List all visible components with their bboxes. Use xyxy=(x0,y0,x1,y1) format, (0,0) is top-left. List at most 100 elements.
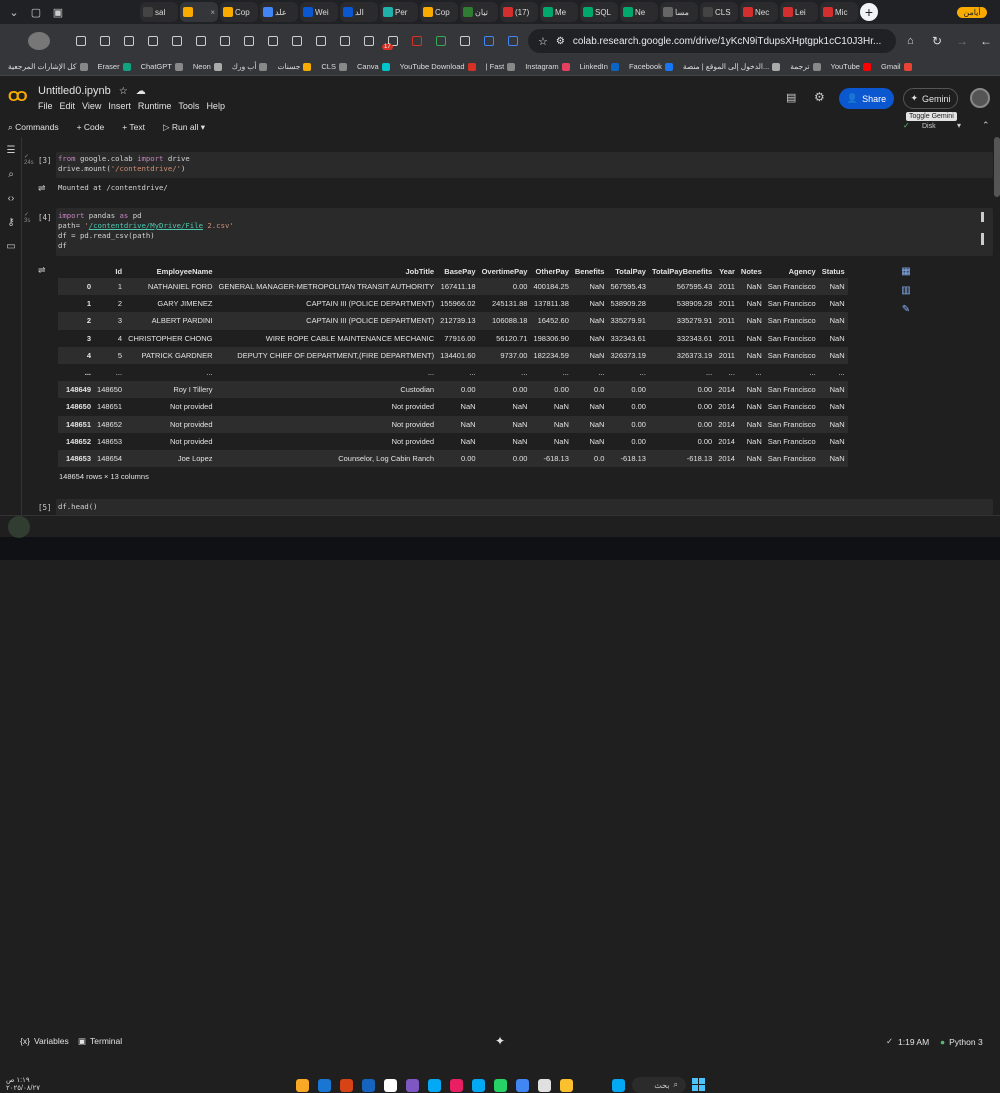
folder-icon[interactable]: ▭ xyxy=(5,241,17,253)
code-path-link[interactable]: /contentdrive/MyDrive/File xyxy=(89,221,203,230)
browser-tab[interactable]: Lei xyxy=(780,2,818,22)
browser-tab[interactable]: تيان xyxy=(460,2,498,22)
output-menu-icon[interactable]: ⇌ xyxy=(38,183,46,194)
add-text-button[interactable]: + Text xyxy=(122,122,145,132)
extension-icon[interactable] xyxy=(478,30,500,52)
taskbar-app-icon[interactable] xyxy=(538,1079,551,1092)
taskbar-clock[interactable]: ١:١٩ ص ٢٠٢٥/٠٨/٢٧ xyxy=(6,1077,40,1093)
extension-icon[interactable] xyxy=(94,30,116,52)
reload-icon[interactable]: ↻ xyxy=(932,34,942,48)
table-view-icon[interactable]: ▦ xyxy=(900,266,912,278)
code-cell[interactable]: import pandas as pd path= '/contentdrive… xyxy=(56,208,993,256)
taskbar-app-icon[interactable] xyxy=(494,1079,507,1092)
bookmark-item[interactable]: Facebook xyxy=(629,62,673,71)
extension-icon[interactable] xyxy=(118,30,140,52)
extension-icon[interactable] xyxy=(142,30,164,52)
table-of-contents-icon[interactable]: ☰ xyxy=(5,145,17,157)
runtime-dropdown-icon[interactable]: ▾ xyxy=(957,121,961,130)
bookmark-item[interactable]: كل الإشارات المرجعية xyxy=(8,62,88,71)
windows-start-icon[interactable] xyxy=(692,1078,705,1091)
chart-suggest-icon[interactable]: ▥ xyxy=(900,285,912,297)
menu-runtime[interactable]: Runtime xyxy=(138,101,172,111)
kernel-status[interactable]: ● Python 3 xyxy=(940,1037,983,1047)
menu-view[interactable]: View xyxy=(82,101,101,111)
bookmark-item[interactable]: CLS xyxy=(321,62,347,71)
ram-disk-indicator[interactable]: Disk xyxy=(922,123,936,130)
bookmark-item[interactable]: أب ورك xyxy=(232,62,268,71)
bookmark-item[interactable]: Canva xyxy=(357,62,390,71)
taskbar-app-icon[interactable] xyxy=(340,1079,353,1092)
extension-icon[interactable] xyxy=(214,30,236,52)
browser-tab[interactable]: Mic xyxy=(820,2,858,22)
browser-tab[interactable]: علد xyxy=(260,2,298,22)
collapse-icon[interactable]: ⌃ xyxy=(982,120,990,131)
weather-widget-icon[interactable] xyxy=(8,516,30,538)
extension-icon[interactable] xyxy=(358,30,380,52)
terminal-button[interactable]: ▣ Terminal xyxy=(78,1036,122,1047)
bookmark-item[interactable]: Gmail xyxy=(881,62,912,71)
share-button[interactable]: 👤 Share xyxy=(839,88,894,109)
bookmark-item[interactable]: Instagram xyxy=(525,62,570,71)
back-icon[interactable]: ← xyxy=(980,34,992,48)
taskbar-app-icon[interactable] xyxy=(406,1079,419,1092)
bookmark-item[interactable]: Eraser xyxy=(98,62,131,71)
cell-scroll-handle[interactable] xyxy=(981,212,984,222)
user-profile-icon[interactable] xyxy=(28,32,50,50)
taskbar-app-icon[interactable] xyxy=(612,1079,625,1092)
tab-close-icon[interactable]: × xyxy=(210,8,215,17)
browser-tab[interactable]: Per xyxy=(380,2,418,22)
run-all-button[interactable]: ▷ Run all ▾ xyxy=(163,122,205,133)
browser-tab[interactable]: مسا xyxy=(660,2,698,22)
taskbar-app-icon[interactable] xyxy=(384,1079,397,1092)
taskbar-app-icon[interactable] xyxy=(516,1079,529,1092)
bookmark-item[interactable]: الدخول إلى الموقع | منصة... xyxy=(683,62,781,71)
taskbar-app-icon[interactable] xyxy=(296,1079,309,1092)
gemini-button[interactable]: ✦ Gemini xyxy=(903,88,958,109)
extension-icon[interactable] xyxy=(286,30,308,52)
extension-icon[interactable] xyxy=(238,30,260,52)
pinned-tab-icon[interactable]: ▣ xyxy=(48,3,68,21)
extension-icon[interactable] xyxy=(70,30,92,52)
menu-file[interactable]: File xyxy=(38,101,53,111)
forward-icon[interactable]: → xyxy=(956,34,968,48)
bookmark-item[interactable]: YouTube Download xyxy=(400,62,476,71)
bookmark-item[interactable]: YouTube xyxy=(831,62,871,71)
extension-icon[interactable] xyxy=(310,30,332,52)
bookmark-item[interactable]: ترجمة xyxy=(790,62,821,71)
extension-icon[interactable] xyxy=(430,30,452,52)
code-icon[interactable]: ‹› xyxy=(5,193,17,205)
gemini-sparkle-icon[interactable]: ✦ xyxy=(495,1034,505,1048)
taskbar-app-icon[interactable] xyxy=(472,1079,485,1092)
variables-button[interactable]: {x} Variables xyxy=(20,1036,69,1046)
tab-search-icon[interactable]: ⌄ xyxy=(4,3,24,21)
avatar[interactable] xyxy=(970,88,990,108)
notebook-title[interactable]: Untitled0.ipynb xyxy=(38,85,111,97)
extension-icon[interactable] xyxy=(262,30,284,52)
taskbar-app-icon[interactable] xyxy=(428,1079,441,1092)
extension-icon[interactable] xyxy=(406,30,428,52)
browser-tab[interactable]: Cop xyxy=(220,2,258,22)
cell-run-status-icon[interactable]: ✓ 3s xyxy=(24,211,30,224)
bookmark-item[interactable]: | Fast xyxy=(486,62,516,71)
url-text[interactable]: colab.research.google.com/drive/1yKcN9iT… xyxy=(573,36,882,47)
taskbar-app-icon[interactable] xyxy=(318,1079,331,1092)
new-tab-button[interactable]: + xyxy=(860,3,878,21)
star-icon[interactable]: ☆ xyxy=(119,86,128,97)
notebook-scrollbar[interactable] xyxy=(994,137,1000,197)
browser-tab[interactable]: sal xyxy=(140,2,178,22)
key-icon[interactable]: ⚷ xyxy=(5,217,17,229)
browser-tab[interactable]: Nec xyxy=(740,2,778,22)
taskbar-search[interactable]: بحث ⌕ xyxy=(632,1077,686,1093)
cell-run-status-icon[interactable]: ✓ 24s xyxy=(24,153,34,166)
settings-gear-icon[interactable]: ⚙ xyxy=(814,90,825,104)
commands-button[interactable]: ⌕ Commands xyxy=(8,122,59,133)
colab-logo[interactable]: CO xyxy=(8,88,27,105)
taskbar-app-icon[interactable] xyxy=(362,1079,375,1092)
tune-icon[interactable]: ⚙ xyxy=(556,36,565,47)
bookmark-item[interactable]: Neon xyxy=(193,62,222,71)
magic-wand-icon[interactable]: ✎ xyxy=(900,304,912,316)
home-icon[interactable]: ⌂ xyxy=(907,35,914,47)
star-icon[interactable]: ☆ xyxy=(538,35,548,48)
comment-icon[interactable]: ▤ xyxy=(786,91,796,104)
taskbar-app-icon[interactable] xyxy=(450,1079,463,1092)
